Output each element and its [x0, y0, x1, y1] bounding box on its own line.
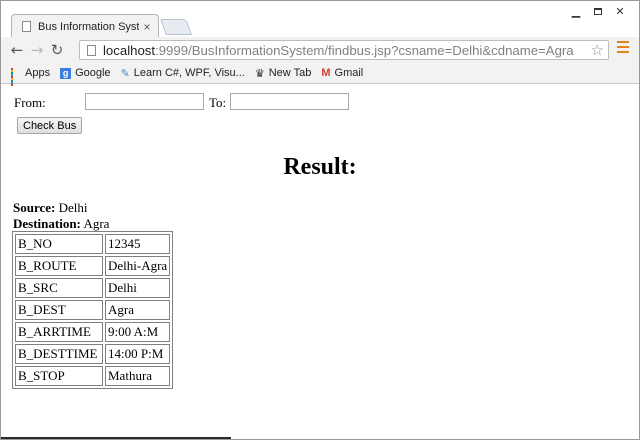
title-bar: Bus Information System × ▁ ✕ — [1, 1, 639, 38]
bookmark-label: Google — [75, 67, 111, 79]
reload-icon[interactable]: ↻ — [47, 40, 67, 60]
field-value: Mathura — [105, 366, 171, 386]
source-label: Source: — [13, 200, 56, 215]
star-icon[interactable]: ☆ — [591, 41, 604, 59]
field-name: B_DESTTIME — [15, 344, 103, 364]
field-value: 14:00 P:M — [105, 344, 171, 364]
page-content: From: To: Check Bus Result: Source: Delh… — [1, 84, 639, 439]
field-name: B_ROUTE — [15, 256, 103, 276]
apps-grid-icon — [11, 68, 21, 86]
taskbar-edge — [1, 437, 231, 439]
field-name: B_NO — [15, 234, 103, 254]
destination-label: Destination: — [13, 216, 81, 231]
field-value: Agra — [105, 300, 171, 320]
check-bus-button[interactable]: Check Bus — [17, 117, 83, 134]
table-row: B_STOP Mathura — [15, 366, 171, 386]
field-value: Delhi-Agra — [105, 256, 171, 276]
browser-toolbar: ← → ↻ localhost:9999/BusInformationSyste… — [1, 37, 639, 63]
source-value: Delhi — [58, 200, 88, 215]
tab-title: Bus Information System — [38, 20, 139, 33]
to-input[interactable] — [230, 93, 349, 110]
field-name: B_ARRTIME — [15, 322, 103, 342]
restore-icon[interactable] — [587, 3, 609, 19]
table-row: B_DESTTIME 14:00 P:M — [15, 344, 171, 364]
table-row: B_ROUTE Delhi-Agra — [15, 256, 171, 276]
url-path: :9999/BusInformationSystem/findbus.jsp?c… — [155, 42, 574, 58]
bookmark-apps[interactable]: Apps — [11, 67, 51, 86]
bus-details-table: B_NO 12345 B_ROUTE Delhi-Agra B_SRC Delh… — [12, 231, 174, 389]
bookmark-label: Gmail — [334, 67, 364, 79]
page-icon — [87, 44, 96, 56]
new-tab-button[interactable] — [160, 19, 192, 35]
gmail-icon: M — [321, 67, 331, 79]
field-value: 12345 — [105, 234, 171, 254]
from-input[interactable] — [85, 93, 204, 110]
browser-window: Bus Information System × ▁ ✕ ← → ↻ local… — [0, 0, 640, 440]
forward-arrow-icon[interactable]: → — [27, 40, 47, 60]
field-value: 9:00 A:M — [105, 322, 171, 342]
result-heading: Result: — [283, 154, 357, 180]
page-icon — [22, 21, 31, 32]
newtab-icon: ♛ — [254, 67, 265, 80]
destination-value: Agra — [83, 216, 110, 231]
window-controls: ▁ ✕ — [565, 3, 631, 19]
minimize-icon[interactable]: ▁ — [565, 3, 587, 19]
field-name: B_STOP — [15, 366, 103, 386]
url-host: localhost — [103, 42, 156, 58]
table-row: B_ARRTIME 9:00 A:M — [15, 322, 171, 342]
table-row: B_NO 12345 — [15, 234, 171, 254]
bookmark-google[interactable]: g Google — [60, 67, 111, 79]
to-label: To: — [209, 95, 227, 110]
address-bar[interactable]: localhost:9999/BusInformationSystem/find… — [79, 40, 609, 60]
field-value: Delhi — [105, 278, 171, 298]
field-name: B_SRC — [15, 278, 103, 298]
bookmark-new-tab[interactable]: ♛ New Tab — [255, 67, 311, 80]
close-window-icon[interactable]: ✕ — [609, 3, 631, 19]
bookmarks-bar: Apps g Google ✎ Learn C#, WPF, Visu... ♛… — [1, 63, 639, 86]
bookmark-label: Learn C#, WPF, Visu... — [133, 67, 245, 79]
bookmark-gmail[interactable]: M Gmail — [321, 67, 363, 79]
table-row: B_DEST Agra — [15, 300, 171, 320]
browser-tab[interactable]: Bus Information System × — [11, 14, 159, 38]
bookmark-label: New Tab — [268, 67, 312, 79]
destination-line: Destination: Agra — [13, 216, 109, 232]
source-line: Source: Delhi — [13, 200, 88, 216]
bookmark-label: Apps — [25, 67, 51, 79]
from-label: From: — [14, 95, 46, 110]
bookmark-learn[interactable]: ✎ Learn C#, WPF, Visu... — [121, 67, 245, 80]
field-name: B_DEST — [15, 300, 103, 320]
tab-close-icon[interactable]: × — [139, 20, 155, 34]
learn-icon: ✎ — [120, 67, 130, 80]
google-icon: g — [60, 67, 72, 79]
table-row: B_SRC Delhi — [15, 278, 171, 298]
menu-icon[interactable] — [617, 41, 629, 53]
back-arrow-icon[interactable]: ← — [7, 40, 27, 60]
